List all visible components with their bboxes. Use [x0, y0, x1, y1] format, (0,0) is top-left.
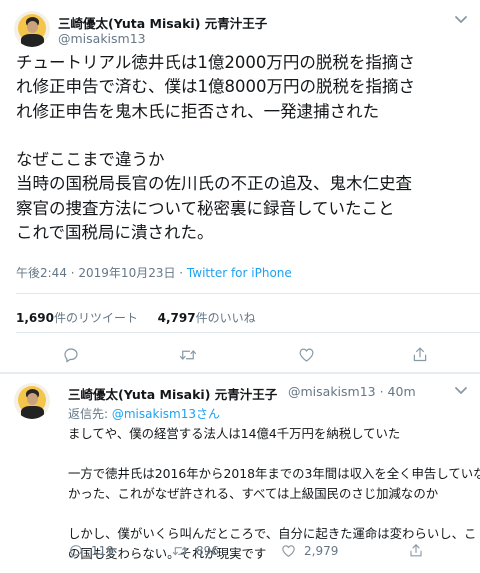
author-name[interactable]: 三崎優太(Yuta Misaki) 元青汁王子 — [58, 13, 267, 32]
likes-stat[interactable]: 4,797件のいいね — [158, 311, 256, 325]
reply-line: しかし、僕がいくら叫んだところで、自分に起きた運命は変わらいし、こ — [68, 526, 477, 541]
tweet-line: なぜここまで違うか — [16, 150, 165, 170]
replying-to-link[interactable]: @misakism13さん — [112, 407, 220, 421]
reply-line: 一方で徳井氏は2016年から2018年までの3年間は収入を全く申告していな — [68, 466, 480, 481]
tweet-text: チュートリアル徳井氏は1億2000万円の脱税を指摘さ れ修正申告で済む、僕は1億… — [16, 51, 471, 245]
retweet-icon — [179, 350, 197, 360]
share-icon — [413, 347, 427, 362]
retweets-count: 1,690 — [16, 311, 54, 325]
chevron-down-icon[interactable] — [451, 13, 471, 27]
reply-like-button[interactable]: 2,979 — [280, 543, 338, 559]
tweet-line: これで国税局に潰された。 — [16, 223, 214, 243]
reply-share-button[interactable] — [408, 542, 424, 559]
reply-icon — [70, 545, 82, 558]
likes-label: 件のいいね — [195, 311, 256, 325]
reply-line: ましてや、僕の経営する法人は14億4千万円を納税していた — [68, 426, 401, 441]
author-avatar[interactable] — [14, 11, 50, 47]
divider — [16, 293, 480, 294]
reply-button[interactable] — [62, 346, 80, 364]
tweet-line: れ修正申告で済む、僕は1億8000万円の脱税を指摘さ — [16, 77, 415, 97]
likes-count: 4,797 — [157, 311, 196, 325]
reply-line-blank — [68, 444, 473, 464]
tweet-line: 当時の国税局長官の佐川氏の不正の追及、鬼木仁史査 — [16, 174, 412, 194]
chevron-down-icon[interactable] — [451, 384, 471, 398]
tweet-line-blank — [16, 124, 471, 148]
reply-retweet-button[interactable]: 896 — [171, 543, 219, 559]
tweet-line: れ修正申告を鬼木氏に拒否され、一発逮捕された — [16, 101, 380, 121]
retweets-label: 件のリツイート — [53, 311, 138, 325]
reply-author-avatar[interactable] — [14, 383, 50, 419]
retweet-button[interactable] — [178, 346, 198, 364]
like-button[interactable] — [297, 346, 316, 364]
reply-line-blank — [68, 504, 473, 524]
divider — [16, 332, 480, 333]
retweet-count: 896 — [196, 544, 219, 558]
reply-reply-button[interactable]: 119 — [68, 543, 114, 559]
tweet-stats: 1,690件のリツイート 4,797件のいいね — [16, 309, 256, 326]
like-icon — [282, 545, 295, 557]
retweets-stat[interactable]: 1,690件のリツイート — [16, 311, 138, 325]
replying-to-label: 返信先: — [68, 407, 112, 421]
share-icon — [410, 544, 422, 557]
like-count: 2,979 — [304, 544, 339, 558]
author-handle[interactable]: @misakism13 — [58, 31, 146, 46]
tweet-line: 察官の捜査方法について秘密裏に録音していたこと — [16, 198, 395, 218]
reply-icon — [64, 348, 78, 363]
tweet-timestamp[interactable]: 午後2:44 · 2019年10月23日 · — [16, 266, 187, 280]
reply-count: 119 — [91, 544, 114, 558]
replying-to: 返信先: @misakism13さん — [68, 405, 220, 422]
retweet-icon — [172, 546, 188, 556]
tweet-client-link[interactable]: Twitter for iPhone — [187, 266, 292, 280]
tweet-line: チュートリアル徳井氏は1億2000万円の脱税を指摘さ — [16, 53, 415, 72]
share-button[interactable] — [411, 345, 429, 364]
reply-author-handle[interactable]: @misakism13 · 40m — [288, 384, 416, 399]
tweet-meta: 午後2:44 · 2019年10月23日 · Twitter for iPhon… — [16, 264, 292, 281]
like-icon — [299, 348, 314, 362]
reply-author-name[interactable]: 三崎優太(Yuta Misaki) 元青汁王子 — [68, 384, 277, 403]
reply-line: かった、これがなぜ許される、すべては上級国民のさじ加減なのか — [68, 486, 439, 501]
thread-divider — [0, 372, 480, 374]
